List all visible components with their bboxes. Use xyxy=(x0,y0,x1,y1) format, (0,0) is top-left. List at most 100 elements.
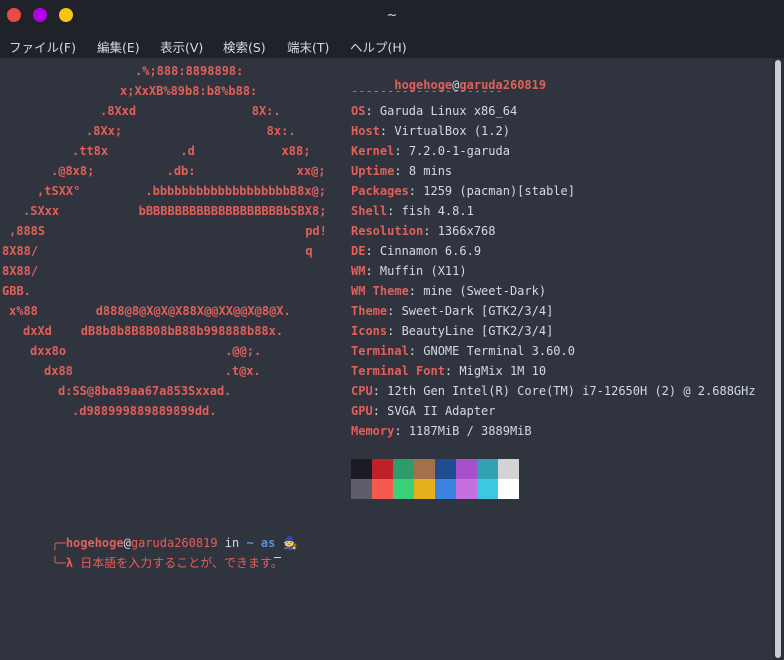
ascii-art-line: 8X88/ xyxy=(2,264,39,278)
sysinfo-key: OS xyxy=(351,104,366,118)
sysinfo-field: WM Theme: mine (Sweet-Dark) xyxy=(351,284,547,298)
sysinfo-value: Muffin (X11) xyxy=(379,264,467,278)
sysinfo-field: Terminal: GNOME Terminal 3.60.0 xyxy=(351,344,575,358)
ascii-art-line: .d988999889889899dd. xyxy=(72,404,217,418)
title-bar: ~ xyxy=(0,0,784,32)
ascii-art-line: .SXxx bBBBBBBBBBBBBBBBBBBBbSBX8; xyxy=(23,204,327,218)
ascii-art-line: dxx8o .@@;. xyxy=(30,344,262,358)
sysinfo-field: Kernel: 7.2.0-1-garuda xyxy=(351,144,510,158)
menu-view[interactable]: 表示(V) xyxy=(160,37,203,56)
ascii-art-line: ,tSXX° .bbbbbbbbbbbbbbbbbbbB8x@; xyxy=(37,184,326,198)
sysinfo-key: WM Theme xyxy=(351,284,409,298)
menu-search[interactable]: 検索(S) xyxy=(223,37,266,56)
color-swatch xyxy=(414,479,435,499)
prompt-line-2[interactable]: ╰─λ 日本語を入力することが、できます。 xyxy=(8,542,283,584)
text-cursor xyxy=(274,557,281,558)
ascii-art-line: dxXd dB8b8b8B8B08bB88b998888b88x. xyxy=(23,324,284,338)
color-swatch xyxy=(351,459,372,479)
sysinfo-value: MigMix 1M 10 xyxy=(459,364,547,378)
window-title: ~ xyxy=(386,8,398,23)
sysinfo-key: WM xyxy=(351,264,366,278)
sysinfo-value: mine (Sweet-Dark) xyxy=(423,284,547,298)
sysinfo-field: Host: VirtualBox (1.2) xyxy=(351,124,510,138)
sysinfo-value: 1259 (pacman)[stable] xyxy=(423,184,575,198)
sysinfo-field: Theme: Sweet-Dark [GTK2/3/4] xyxy=(351,304,554,318)
sysinfo-field: Packages: 1259 (pacman)[stable] xyxy=(351,184,575,198)
ascii-art-line: dx88 .t@x. xyxy=(44,364,261,378)
ascii-art-line: .tt8x .d x88; xyxy=(72,144,311,158)
sysinfo-field: DE: Cinnamon 6.6.9 xyxy=(351,244,482,258)
sysinfo-field: Icons: BeautyLine [GTK2/3/4] xyxy=(351,324,554,338)
ascii-art-line: .8Xxd 8X:. xyxy=(100,104,281,118)
sysinfo-key: Theme xyxy=(351,304,388,318)
sysinfo-value: BeautyLine [GTK2/3/4] xyxy=(401,324,554,338)
color-swatch xyxy=(498,459,519,479)
color-swatch xyxy=(456,459,477,479)
ascii-art-line: x;XxXB%89b8:b8%b88: xyxy=(120,84,258,98)
sysinfo-key: Resolution xyxy=(351,224,424,238)
sysinfo-field: Terminal Font: MigMix 1M 10 xyxy=(351,364,547,378)
color-swatch xyxy=(498,479,519,499)
sysinfo-key: Icons xyxy=(351,324,388,338)
sysinfo-key: Kernel xyxy=(351,144,395,158)
prompt-input[interactable]: 日本語を入力することが、できます。 xyxy=(80,556,283,570)
sysinfo-value: VirtualBox (1.2) xyxy=(394,124,510,138)
color-swatch xyxy=(477,459,498,479)
menu-bar: ファイル(F) 編集(E) 表示(V) 検索(S) 端末(T) ヘルプ(H) xyxy=(0,32,784,58)
sysinfo-key: DE xyxy=(351,244,366,258)
sysinfo-key: Terminal xyxy=(351,344,409,358)
sysinfo-field: Resolution: 1366x768 xyxy=(351,224,496,238)
sysinfo-key: CPU xyxy=(351,384,373,398)
sysinfo-key: GPU xyxy=(351,404,373,418)
terminal-window: ~ ファイル(F) 編集(E) 表示(V) 検索(S) 端末(T) ヘルプ(H)… xyxy=(0,0,784,660)
sysinfo-field: WM: Muffin (X11) xyxy=(351,264,467,278)
sysinfo-key: Shell xyxy=(351,204,388,218)
sysinfo-key: Host xyxy=(351,124,380,138)
sysinfo-field: Memory: 1187MiB / 3889MiB xyxy=(351,424,532,438)
color-swatch xyxy=(393,459,414,479)
ascii-art-line: GBB. xyxy=(2,284,31,298)
color-swatch xyxy=(414,459,435,479)
ascii-art-line: d:SS@8ba89aa67a853Sxxad. xyxy=(58,384,232,398)
color-swatch xyxy=(477,479,498,499)
prompt-lambda: λ xyxy=(65,556,74,570)
color-swatch xyxy=(351,479,372,499)
sysinfo-value: SVGA II Adapter xyxy=(387,404,496,418)
menu-edit[interactable]: 編集(E) xyxy=(97,37,140,56)
sysinfo-field: CPU: 12th Gen Intel(R) Core(TM) i7-12650… xyxy=(351,384,756,398)
menu-file[interactable]: ファイル(F) xyxy=(9,37,76,56)
ascii-art-line: 8X88/ q xyxy=(2,244,313,258)
sysinfo-key: Terminal Font xyxy=(351,364,445,378)
menu-help[interactable]: ヘルプ(H) xyxy=(350,37,407,56)
color-swatch xyxy=(372,479,393,499)
sysinfo-value: fish 4.8.1 xyxy=(401,204,474,218)
color-swatch xyxy=(372,459,393,479)
scrollbar-thumb[interactable] xyxy=(775,60,781,658)
color-swatch xyxy=(435,479,456,499)
sysinfo-separator: --------------------- xyxy=(351,84,503,98)
sysinfo-value: Cinnamon 6.6.9 xyxy=(379,244,482,258)
color-swatch xyxy=(456,479,477,499)
scrollbar[interactable] xyxy=(772,58,784,660)
sysinfo-value: Garuda Linux x86_64 xyxy=(379,104,518,118)
sysinfo-field: Uptime: 8 mins xyxy=(351,164,453,178)
sysinfo-value: GNOME Terminal 3.60.0 xyxy=(423,344,575,358)
ascii-art-line: .@8x8; .db: xx@; xyxy=(51,164,326,178)
prompt-corner-bottom: ╰─ xyxy=(51,556,66,570)
sysinfo-key: Memory xyxy=(351,424,395,438)
ascii-art-line: .%;888:8898898: xyxy=(135,64,244,78)
sysinfo-field: Shell: fish 4.8.1 xyxy=(351,204,474,218)
sysinfo-value: 12th Gen Intel(R) Core(TM) i7-12650H (2)… xyxy=(387,384,756,398)
color-swatch xyxy=(435,459,456,479)
sysinfo-key: Packages xyxy=(351,184,409,198)
ascii-art-line: x%88 d888@8@X@X@X88X@@XX@@X@8@X. xyxy=(9,304,291,318)
ascii-art-line: ,888S pd! xyxy=(9,224,327,238)
sysinfo-key: Uptime xyxy=(351,164,395,178)
sysinfo-value: 1366x768 xyxy=(437,224,496,238)
color-swatch xyxy=(393,479,414,499)
ascii-art-line: .8Xx; 8x:. xyxy=(86,124,296,138)
sysinfo-value: 8 mins xyxy=(408,164,453,178)
menu-terminal[interactable]: 端末(T) xyxy=(287,37,329,56)
terminal-output[interactable]: .%;888:8898898: x;XxXB%89b8:b8%b88: .8Xx… xyxy=(0,58,770,660)
sysinfo-value: 7.2.0-1-garuda xyxy=(408,144,510,158)
